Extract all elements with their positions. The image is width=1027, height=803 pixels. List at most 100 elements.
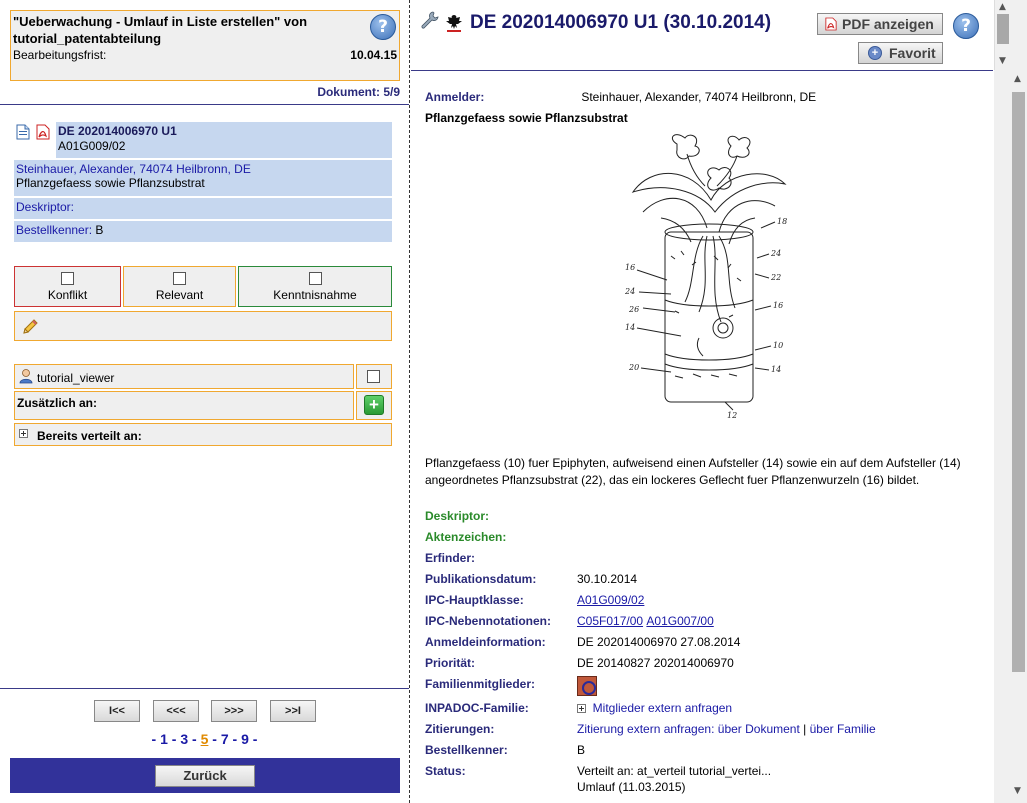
pdf-icon xyxy=(825,17,837,31)
drawing-label: 22 xyxy=(770,273,781,282)
additional-row: Zusätzlich an: xyxy=(14,391,354,420)
pencil-icon[interactable] xyxy=(21,318,39,336)
scrollbar[interactable]: ▲ ▼ ▲ ▼ xyxy=(994,0,1027,803)
citations-label: Zitierungen: xyxy=(425,722,495,736)
first-document-button[interactable]: I<< xyxy=(94,700,140,722)
relevant-label: Relevant xyxy=(155,288,204,302)
add-recipient-cell: + xyxy=(356,391,392,420)
drawing-label: 24 xyxy=(770,249,781,258)
priority-value: DE 20140827 202014006970 xyxy=(577,656,734,670)
content-scrollbar[interactable]: ▲ ▼ xyxy=(1010,70,1027,803)
document-counter: Dokument: 5/9 xyxy=(317,85,400,99)
ipc-main-link[interactable]: A01G009/02 xyxy=(577,593,644,607)
deskriptor-label: Deskriptor: xyxy=(425,509,490,523)
field-row: Familienmitglieder: xyxy=(425,676,876,700)
inpadoc-link[interactable]: Mitglieder extern anfragen xyxy=(593,701,732,715)
field-row: IPC-Nebennotationen: C05F017/00 A01G007/… xyxy=(425,613,876,634)
citations-prefix: Zitierung extern anfragen: xyxy=(577,722,715,736)
kenntnisnahme-checkbox[interactable] xyxy=(308,272,322,285)
citations-document-link[interactable]: über Dokument xyxy=(718,722,800,736)
footer-bar: Zurück xyxy=(10,758,400,793)
flag-relevant[interactable]: Relevant xyxy=(123,266,236,307)
comment-box[interactable] xyxy=(14,311,392,341)
abstract-title: Pflanzgefaess sowie Pflanzsubstrat xyxy=(425,111,628,125)
scroll-down-icon[interactable]: ▼ xyxy=(999,56,1006,66)
recipient-row: tutorial_viewer xyxy=(14,364,354,389)
citations-family-link[interactable]: über Familie xyxy=(810,722,876,736)
text-document-icon[interactable] xyxy=(16,124,30,140)
scroll-up-icon[interactable]: ▲ xyxy=(1014,74,1021,84)
content-scroll-thumb[interactable] xyxy=(1012,92,1025,672)
field-row: Deskriptor: xyxy=(425,508,876,529)
family-icon[interactable] xyxy=(577,676,597,696)
favorite-button-label: Favorit xyxy=(889,45,936,61)
deskriptor-label: Deskriptor: xyxy=(16,200,75,214)
current-page[interactable]: 5 xyxy=(201,731,209,747)
document-icons xyxy=(14,122,54,158)
bestellkenner-label: Bestellkenner: xyxy=(16,223,93,237)
pane-divider[interactable] xyxy=(409,0,410,803)
bestellkenner-value: B xyxy=(577,743,586,757)
applicant-label: Anmelder: xyxy=(425,90,485,104)
page-link[interactable]: 9 xyxy=(241,731,249,747)
konflikt-label: Konflikt xyxy=(47,288,88,302)
expand-icon[interactable] xyxy=(19,429,28,438)
header-divider xyxy=(0,104,409,105)
help-icon[interactable]: ? xyxy=(953,13,979,39)
last-document-button[interactable]: >>I xyxy=(270,700,316,722)
drawing-label: 10 xyxy=(773,341,783,350)
favorite-button[interactable]: + Favorit xyxy=(858,42,943,64)
previous-document-button[interactable]: <<< xyxy=(153,700,199,722)
recipient-checkbox[interactable] xyxy=(367,370,380,383)
plus-icon[interactable]: + xyxy=(364,395,384,415)
page-link[interactable]: 7 xyxy=(221,731,229,747)
application-label: Anmeldeinformation: xyxy=(425,635,546,649)
deskriptor-row: Deskriptor: xyxy=(14,198,392,219)
already-distributed-label: Bereits verteilt an: xyxy=(37,429,142,443)
next-document-button[interactable]: >>> xyxy=(211,700,257,722)
document-summary: DE 202014006970 U1 A01G009/02 Steinhauer… xyxy=(14,122,392,244)
ipc-side-label: IPC-Nebennotationen: xyxy=(425,614,551,628)
konflikt-checkbox[interactable] xyxy=(61,272,74,285)
already-distributed-row[interactable]: Bereits verteilt an: xyxy=(14,423,392,446)
header-scrollbar[interactable]: ▲ ▼ xyxy=(994,0,1010,70)
document-number[interactable]: DE 202014006970 U1 xyxy=(58,124,390,139)
field-row: Priorität: DE 20140827 202014006970 xyxy=(425,655,876,676)
scroll-up-icon[interactable]: ▲ xyxy=(999,2,1006,12)
drawing-label: 18 xyxy=(777,217,787,226)
status-label: Status: xyxy=(425,764,466,778)
pdf-icon[interactable] xyxy=(36,124,50,140)
help-icon[interactable]: ? xyxy=(370,14,396,40)
wrench-icon[interactable] xyxy=(419,10,439,30)
back-button[interactable]: Zurück xyxy=(155,765,255,787)
status-line: Verteilt an: at_verteil tutorial_vertei.… xyxy=(577,764,772,778)
drawing-label: 16 xyxy=(773,301,783,310)
bestellkenner-value: B xyxy=(95,223,104,237)
family-label: Familienmitglieder: xyxy=(425,677,536,691)
expand-icon[interactable] xyxy=(577,704,586,714)
task-title: "Ueberwachung - Umlauf in Liste erstelle… xyxy=(13,14,308,46)
field-row: Aktenzeichen: xyxy=(425,529,876,550)
citations-separator: | xyxy=(803,722,807,736)
drawing-label: 16 xyxy=(625,263,635,272)
page-link[interactable]: 3 xyxy=(180,731,188,747)
pdf-button[interactable]: PDF anzeigen xyxy=(817,13,943,35)
ipc-side-link[interactable]: C05F017/00 xyxy=(577,614,643,628)
flag-konflikt[interactable]: Konflikt xyxy=(14,266,121,307)
flag-kenntnisnahme[interactable]: Kenntnisnahme xyxy=(238,266,392,307)
header-scroll-thumb[interactable] xyxy=(997,14,1009,44)
deadline-label: Bearbeitungsfrist: xyxy=(13,48,107,62)
page-link[interactable]: 1 xyxy=(160,731,168,747)
user-icon xyxy=(19,369,33,384)
ipc-side-link[interactable]: A01G007/00 xyxy=(646,614,713,628)
applicant-line: Anmelder: Steinhauer, Alexander, 74074 H… xyxy=(425,90,816,104)
inpadoc-label: INPADOC-Familie: xyxy=(425,701,529,715)
relevant-checkbox[interactable] xyxy=(173,272,186,285)
scroll-down-icon[interactable]: ▼ xyxy=(1014,786,1021,796)
drawing-label: 12 xyxy=(727,411,737,420)
document-applicant: Steinhauer, Alexander, 74074 Heilbronn, … xyxy=(16,162,251,176)
priority-label: Priorität: xyxy=(425,656,476,670)
drawing-label: 14 xyxy=(771,365,781,374)
field-row: Anmeldeinformation: DE 202014006970 27.0… xyxy=(425,634,876,655)
document-navigation: I<< <<< >>> >>I xyxy=(0,700,409,722)
